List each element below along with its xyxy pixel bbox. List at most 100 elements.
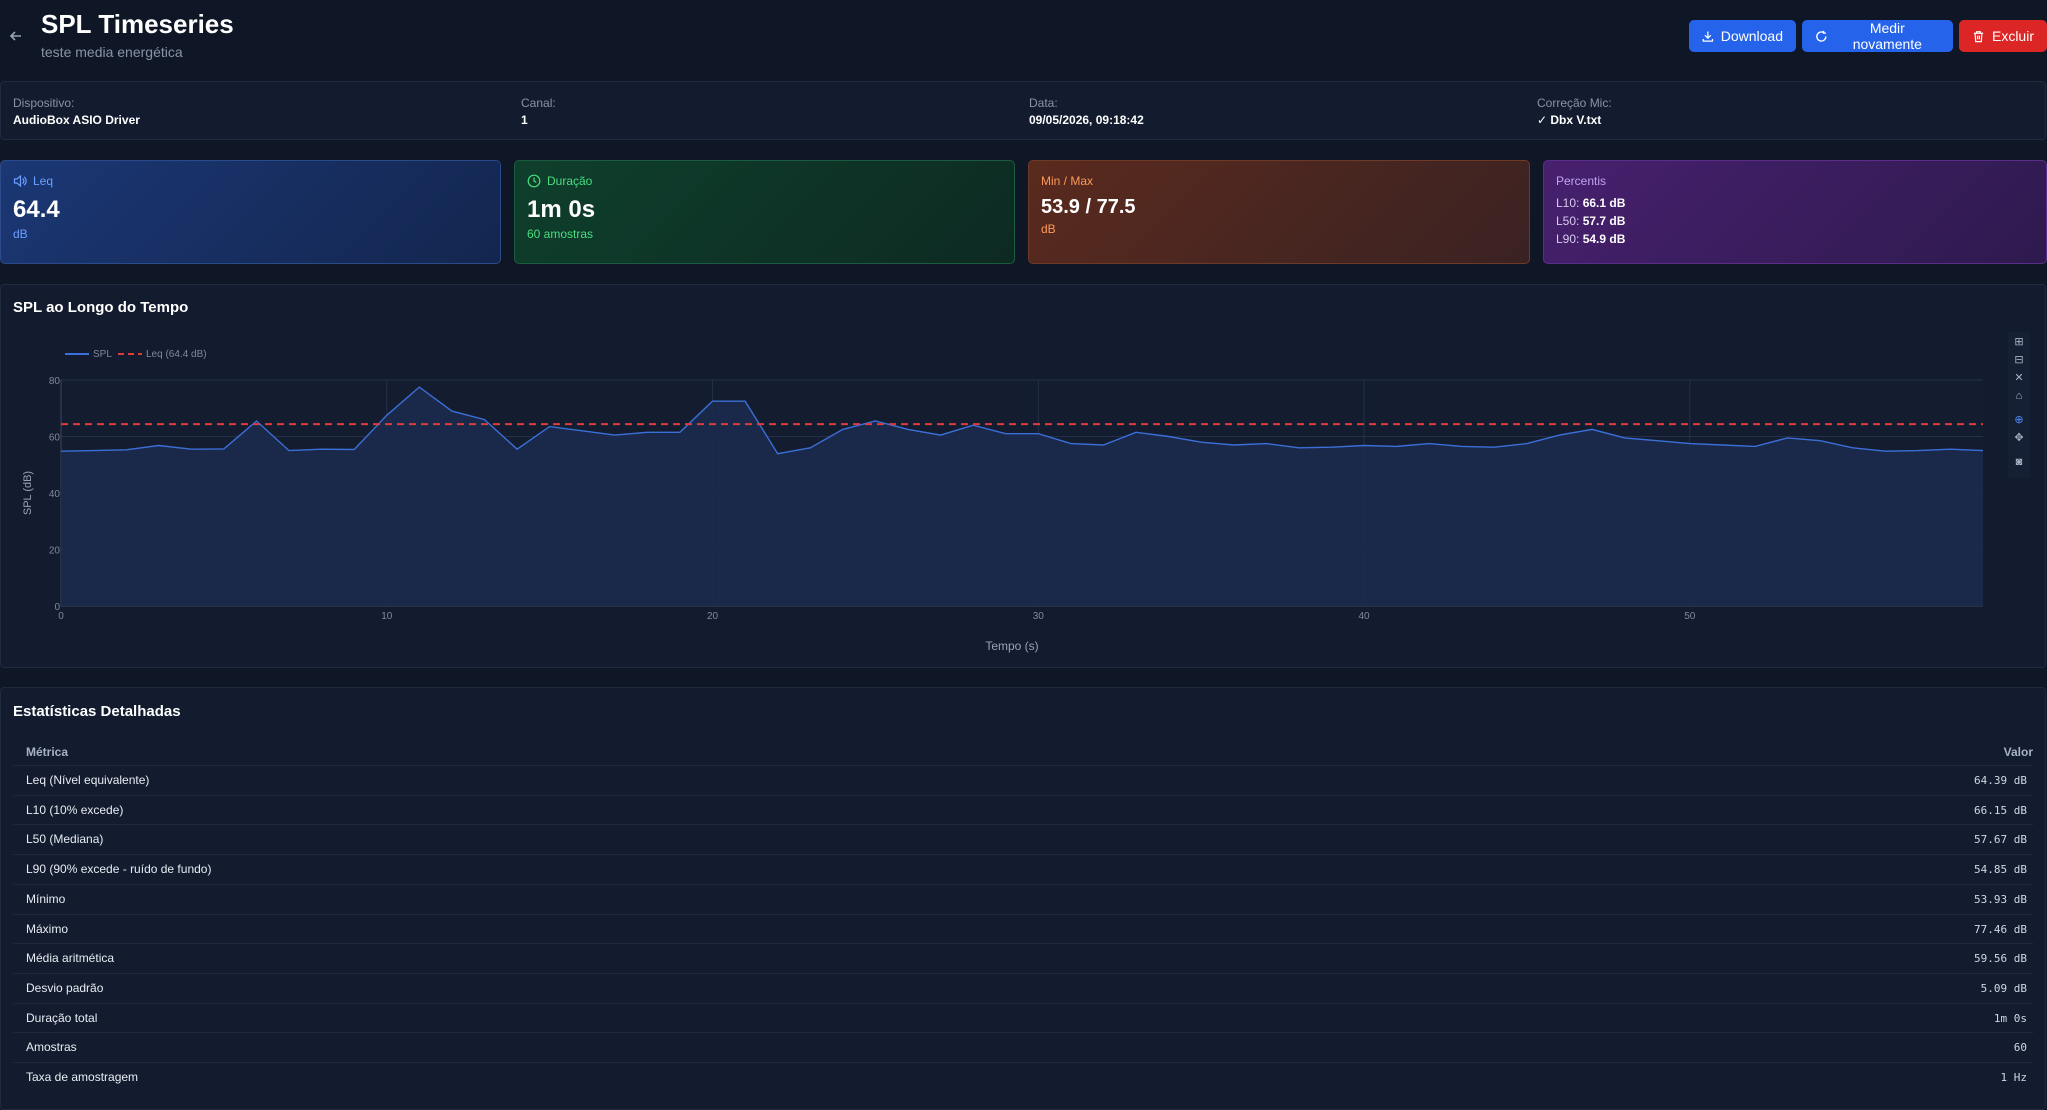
- spl-data-point[interactable]: [939, 434, 941, 436]
- spl-data-point[interactable]: [1363, 444, 1365, 446]
- spl-data-point[interactable]: [125, 449, 127, 451]
- autoscale-icon[interactable]: ✕: [2013, 372, 2025, 384]
- page-title: SPL Timeseries: [41, 9, 234, 39]
- spl-data-point[interactable]: [776, 453, 778, 455]
- spl-data-point[interactable]: [679, 431, 681, 433]
- spl-data-point[interactable]: [386, 414, 388, 416]
- spl-data-point[interactable]: [581, 430, 583, 432]
- percentis-card: Percentis L10: 66.1 dB L50: 57.7 dB L90:…: [1543, 160, 2047, 264]
- zoom-out-icon[interactable]: ⊟: [2013, 354, 2025, 366]
- zoom-in-icon[interactable]: ⊞: [2013, 336, 2025, 348]
- spl-data-point[interactable]: [1037, 432, 1039, 434]
- spl-data-point[interactable]: [1330, 446, 1332, 448]
- device-info: Dispositivo: AudioBox ASIO Driver: [13, 96, 140, 127]
- duration-samples: 60 amostras: [527, 227, 594, 241]
- spl-data-point[interactable]: [1591, 428, 1593, 430]
- clock-icon: [527, 174, 541, 188]
- spl-data-point[interactable]: [1721, 444, 1723, 446]
- spl-data-point[interactable]: [1265, 442, 1267, 444]
- spl-data-point[interactable]: [1233, 444, 1235, 446]
- table-row: Taxa de amostragem 1 Hz: [13, 1062, 2033, 1092]
- spl-data-point[interactable]: [1884, 450, 1886, 452]
- spl-data-point[interactable]: [1395, 445, 1397, 447]
- value-cell: 57.67 dB: [1974, 833, 2027, 847]
- spl-data-point[interactable]: [158, 444, 160, 446]
- percentis-card-header: Percentis: [1556, 174, 2034, 188]
- spl-data-point[interactable]: [809, 447, 811, 449]
- spl-data-point[interactable]: [1135, 431, 1137, 433]
- speaker-icon: [13, 174, 27, 188]
- page-header: SPL Timeseries teste media energética Do…: [0, 0, 2047, 74]
- spl-data-point[interactable]: [1754, 445, 1756, 447]
- spl-data-point[interactable]: [842, 428, 844, 430]
- spl-data-point[interactable]: [1851, 447, 1853, 449]
- spl-data-point[interactable]: [1102, 444, 1104, 446]
- spl-data-point[interactable]: [1623, 437, 1625, 439]
- spl-data-point[interactable]: [1819, 440, 1821, 442]
- spl-data-point[interactable]: [190, 448, 192, 450]
- spl-data-point[interactable]: [451, 410, 453, 412]
- leq-card-header: Leq: [13, 174, 488, 188]
- spl-data-point[interactable]: [874, 420, 876, 422]
- spl-data-point[interactable]: [60, 450, 62, 452]
- pan-icon[interactable]: ✥: [2013, 432, 2025, 444]
- spl-data-point[interactable]: [1917, 449, 1919, 451]
- percentil-l90: L90: 54.9 dB: [1556, 232, 1626, 246]
- spl-data-point[interactable]: [1428, 442, 1430, 444]
- spl-data-point[interactable]: [1982, 449, 1984, 451]
- spl-data-point[interactable]: [1689, 442, 1691, 444]
- spl-data-point[interactable]: [1949, 448, 1951, 450]
- percentil-l50: L50: 57.7 dB: [1556, 214, 1626, 228]
- spl-data-point[interactable]: [1167, 435, 1169, 437]
- spl-data-point[interactable]: [907, 428, 909, 430]
- download-icon: [1702, 30, 1714, 42]
- spl-data-point[interactable]: [1493, 446, 1495, 448]
- metric-cell: Máximo: [26, 921, 69, 936]
- minmax-card: Min / Max 53.9 / 77.5 dB: [1028, 160, 1530, 264]
- value-cell: 66.15 dB: [1974, 803, 2027, 817]
- spl-data-point[interactable]: [223, 448, 225, 450]
- home-icon[interactable]: ⌂: [2013, 390, 2025, 402]
- spl-line-chart[interactable]: 0204060800 10 20 30 40 50Tempo (s)SPL (dB)SPL…: [1, 285, 2047, 669]
- spl-data-point[interactable]: [614, 434, 616, 436]
- spl-data-point[interactable]: [1656, 440, 1658, 442]
- mic-correction-value: ✓ Dbx V.txt: [1537, 113, 1602, 127]
- spl-data-point[interactable]: [711, 400, 713, 402]
- metric-cell: Amostras: [26, 1040, 77, 1055]
- stats-section-title: Estatísticas Detalhadas: [13, 703, 181, 720]
- spl-data-point[interactable]: [548, 425, 550, 427]
- device-info-panel: Dispositivo: AudioBox ASIO Driver Canal:…: [0, 81, 2046, 140]
- spl-data-point[interactable]: [320, 448, 322, 450]
- spl-data-point[interactable]: [646, 431, 648, 433]
- x-tick-label: 0: [58, 611, 64, 622]
- spl-data-point[interactable]: [1298, 447, 1300, 449]
- mic-correction-label: Correção Mic:: [1537, 96, 1612, 110]
- download-button[interactable]: Download: [1689, 20, 1796, 52]
- spl-data-point[interactable]: [288, 449, 290, 451]
- zoom-icon[interactable]: ⊕: [2013, 414, 2025, 426]
- spl-data-point[interactable]: [1786, 437, 1788, 439]
- spl-data-point[interactable]: [92, 449, 94, 451]
- spl-data-point[interactable]: [255, 420, 257, 422]
- spl-data-point[interactable]: [353, 448, 355, 450]
- metric-cell: Mínimo: [26, 891, 66, 906]
- spl-data-point[interactable]: [418, 386, 420, 388]
- spl-data-point[interactable]: [744, 400, 746, 402]
- value-cell: 53.93 dB: [1974, 892, 2027, 906]
- y-tick-label: 20: [49, 546, 61, 557]
- spl-data-point[interactable]: [1526, 442, 1528, 444]
- spl-data-point[interactable]: [1558, 434, 1560, 436]
- spl-data-point[interactable]: [1005, 432, 1007, 434]
- spl-data-point[interactable]: [483, 418, 485, 420]
- camera-icon[interactable]: ◙: [2013, 456, 2025, 468]
- spl-data-point[interactable]: [1461, 445, 1463, 447]
- page-subtitle: teste media energética: [41, 44, 183, 60]
- measure-again-button[interactable]: Medir novamente: [1802, 20, 1953, 52]
- delete-button[interactable]: Excluir: [1959, 20, 2047, 52]
- arrow-left-icon[interactable]: [6, 26, 26, 46]
- table-row: L90 (90% excede - ruído de fundo) 54.85 d…: [13, 854, 2033, 884]
- spl-data-point[interactable]: [1070, 442, 1072, 444]
- duration-card: Duração 1m 0s 60 amostras: [514, 160, 1015, 264]
- spl-data-point[interactable]: [516, 448, 518, 450]
- spl-data-point[interactable]: [1200, 441, 1202, 443]
